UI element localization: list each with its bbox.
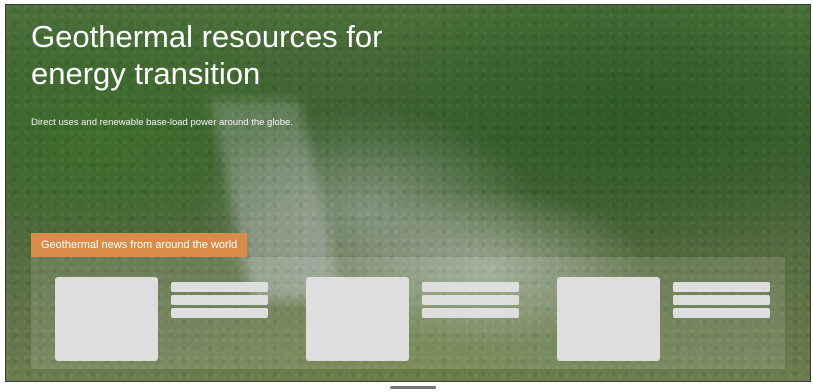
- news-card[interactable]: [55, 277, 275, 361]
- news-card-line-placeholder: [673, 308, 770, 318]
- news-section-label[interactable]: Geothermal news from around the world: [31, 233, 248, 257]
- news-card-thumbnail: [55, 277, 158, 361]
- news-card-line-placeholder: [673, 295, 770, 305]
- news-card-line-placeholder: [171, 295, 268, 305]
- news-card-line-placeholder: [673, 282, 770, 292]
- news-card-line-placeholder: [422, 308, 519, 318]
- news-card[interactable]: [306, 277, 526, 361]
- news-card-line-placeholder: [171, 308, 268, 318]
- hero-subtitle: Direct uses and renewable base-load powe…: [31, 117, 293, 128]
- news-card-thumbnail: [557, 277, 660, 361]
- hero-title: Geothermal resources for energy transiti…: [31, 19, 383, 91]
- news-card-thumbnail: [306, 277, 409, 361]
- news-card[interactable]: [557, 277, 777, 361]
- news-card-line-placeholder: [422, 295, 519, 305]
- news-card-line-placeholder: [171, 282, 268, 292]
- news-card-line-placeholder: [422, 282, 519, 292]
- scroll-indicator[interactable]: [390, 386, 436, 389]
- news-section-label-text: Geothermal news from around the world: [41, 239, 238, 251]
